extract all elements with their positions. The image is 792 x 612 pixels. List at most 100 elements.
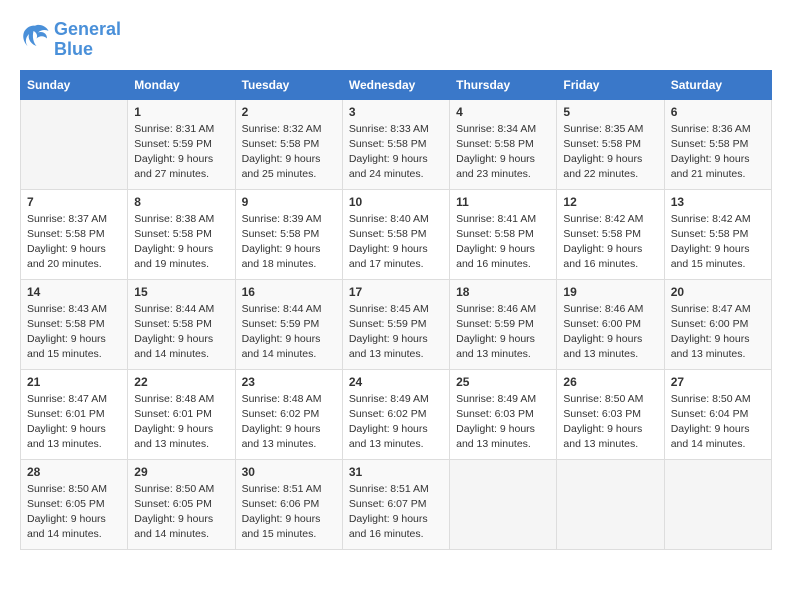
calendar-cell: 16 Sunrise: 8:44 AM Sunset: 5:59 PM Dayl… [235, 279, 342, 369]
calendar-cell: 18 Sunrise: 8:46 AM Sunset: 5:59 PM Dayl… [450, 279, 557, 369]
day-number: 10 [349, 195, 443, 209]
calendar-cell [21, 99, 128, 189]
day-info: Sunrise: 8:42 AM Sunset: 5:58 PM Dayligh… [563, 212, 657, 273]
calendar-cell: 23 Sunrise: 8:48 AM Sunset: 6:02 PM Dayl… [235, 369, 342, 459]
day-number: 27 [671, 375, 765, 389]
day-info: Sunrise: 8:49 AM Sunset: 6:02 PM Dayligh… [349, 392, 443, 453]
logo-icon [20, 22, 50, 52]
day-number: 4 [456, 105, 550, 119]
calendar-cell: 27 Sunrise: 8:50 AM Sunset: 6:04 PM Dayl… [664, 369, 771, 459]
calendar-cell: 4 Sunrise: 8:34 AM Sunset: 5:58 PM Dayli… [450, 99, 557, 189]
day-info: Sunrise: 8:40 AM Sunset: 5:58 PM Dayligh… [349, 212, 443, 273]
day-number: 24 [349, 375, 443, 389]
day-info: Sunrise: 8:44 AM Sunset: 5:59 PM Dayligh… [242, 302, 336, 363]
day-number: 16 [242, 285, 336, 299]
day-info: Sunrise: 8:46 AM Sunset: 5:59 PM Dayligh… [456, 302, 550, 363]
day-info: Sunrise: 8:51 AM Sunset: 6:07 PM Dayligh… [349, 482, 443, 543]
day-info: Sunrise: 8:42 AM Sunset: 5:58 PM Dayligh… [671, 212, 765, 273]
calendar-cell [664, 459, 771, 549]
calendar-cell: 1 Sunrise: 8:31 AM Sunset: 5:59 PM Dayli… [128, 99, 235, 189]
day-number: 28 [27, 465, 121, 479]
calendar-cell: 22 Sunrise: 8:48 AM Sunset: 6:01 PM Dayl… [128, 369, 235, 459]
day-info: Sunrise: 8:50 AM Sunset: 6:04 PM Dayligh… [671, 392, 765, 453]
weekday-header: Saturday [664, 70, 771, 99]
day-info: Sunrise: 8:33 AM Sunset: 5:58 PM Dayligh… [349, 122, 443, 183]
day-info: Sunrise: 8:32 AM Sunset: 5:58 PM Dayligh… [242, 122, 336, 183]
day-info: Sunrise: 8:38 AM Sunset: 5:58 PM Dayligh… [134, 212, 228, 273]
day-number: 19 [563, 285, 657, 299]
day-info: Sunrise: 8:49 AM Sunset: 6:03 PM Dayligh… [456, 392, 550, 453]
calendar-cell: 14 Sunrise: 8:43 AM Sunset: 5:58 PM Dayl… [21, 279, 128, 369]
calendar-week-row: 7 Sunrise: 8:37 AM Sunset: 5:58 PM Dayli… [21, 189, 772, 279]
day-number: 7 [27, 195, 121, 209]
logo-text: General Blue [54, 20, 121, 60]
weekday-header: Friday [557, 70, 664, 99]
page-header: General Blue [20, 20, 772, 60]
day-info: Sunrise: 8:48 AM Sunset: 6:02 PM Dayligh… [242, 392, 336, 453]
calendar-cell: 31 Sunrise: 8:51 AM Sunset: 6:07 PM Dayl… [342, 459, 449, 549]
calendar-cell: 3 Sunrise: 8:33 AM Sunset: 5:58 PM Dayli… [342, 99, 449, 189]
day-number: 15 [134, 285, 228, 299]
day-number: 20 [671, 285, 765, 299]
day-info: Sunrise: 8:31 AM Sunset: 5:59 PM Dayligh… [134, 122, 228, 183]
calendar-cell: 21 Sunrise: 8:47 AM Sunset: 6:01 PM Dayl… [21, 369, 128, 459]
calendar-cell: 28 Sunrise: 8:50 AM Sunset: 6:05 PM Dayl… [21, 459, 128, 549]
day-number: 30 [242, 465, 336, 479]
day-number: 12 [563, 195, 657, 209]
day-number: 31 [349, 465, 443, 479]
weekday-header: Wednesday [342, 70, 449, 99]
calendar-cell: 17 Sunrise: 8:45 AM Sunset: 5:59 PM Dayl… [342, 279, 449, 369]
day-info: Sunrise: 8:43 AM Sunset: 5:58 PM Dayligh… [27, 302, 121, 363]
calendar-cell: 9 Sunrise: 8:39 AM Sunset: 5:58 PM Dayli… [235, 189, 342, 279]
calendar-cell: 12 Sunrise: 8:42 AM Sunset: 5:58 PM Dayl… [557, 189, 664, 279]
calendar-week-row: 1 Sunrise: 8:31 AM Sunset: 5:59 PM Dayli… [21, 99, 772, 189]
calendar-week-row: 21 Sunrise: 8:47 AM Sunset: 6:01 PM Dayl… [21, 369, 772, 459]
day-number: 9 [242, 195, 336, 209]
day-number: 1 [134, 105, 228, 119]
day-info: Sunrise: 8:34 AM Sunset: 5:58 PM Dayligh… [456, 122, 550, 183]
calendar-cell: 7 Sunrise: 8:37 AM Sunset: 5:58 PM Dayli… [21, 189, 128, 279]
day-number: 8 [134, 195, 228, 209]
calendar-cell: 15 Sunrise: 8:44 AM Sunset: 5:58 PM Dayl… [128, 279, 235, 369]
weekday-header: Sunday [21, 70, 128, 99]
day-number: 22 [134, 375, 228, 389]
day-number: 25 [456, 375, 550, 389]
day-number: 17 [349, 285, 443, 299]
day-info: Sunrise: 8:50 AM Sunset: 6:03 PM Dayligh… [563, 392, 657, 453]
day-number: 13 [671, 195, 765, 209]
weekday-header: Thursday [450, 70, 557, 99]
weekday-header-row: SundayMondayTuesdayWednesdayThursdayFrid… [21, 70, 772, 99]
day-info: Sunrise: 8:39 AM Sunset: 5:58 PM Dayligh… [242, 212, 336, 273]
weekday-header: Monday [128, 70, 235, 99]
day-number: 21 [27, 375, 121, 389]
day-info: Sunrise: 8:51 AM Sunset: 6:06 PM Dayligh… [242, 482, 336, 543]
day-number: 3 [349, 105, 443, 119]
day-info: Sunrise: 8:50 AM Sunset: 6:05 PM Dayligh… [27, 482, 121, 543]
day-info: Sunrise: 8:45 AM Sunset: 5:59 PM Dayligh… [349, 302, 443, 363]
day-info: Sunrise: 8:35 AM Sunset: 5:58 PM Dayligh… [563, 122, 657, 183]
day-number: 29 [134, 465, 228, 479]
calendar-week-row: 14 Sunrise: 8:43 AM Sunset: 5:58 PM Dayl… [21, 279, 772, 369]
day-number: 23 [242, 375, 336, 389]
day-info: Sunrise: 8:47 AM Sunset: 6:00 PM Dayligh… [671, 302, 765, 363]
day-info: Sunrise: 8:48 AM Sunset: 6:01 PM Dayligh… [134, 392, 228, 453]
day-number: 18 [456, 285, 550, 299]
day-number: 6 [671, 105, 765, 119]
day-number: 5 [563, 105, 657, 119]
calendar-cell: 20 Sunrise: 8:47 AM Sunset: 6:00 PM Dayl… [664, 279, 771, 369]
day-info: Sunrise: 8:41 AM Sunset: 5:58 PM Dayligh… [456, 212, 550, 273]
logo: General Blue [20, 20, 121, 60]
calendar-cell [450, 459, 557, 549]
calendar-week-row: 28 Sunrise: 8:50 AM Sunset: 6:05 PM Dayl… [21, 459, 772, 549]
day-info: Sunrise: 8:46 AM Sunset: 6:00 PM Dayligh… [563, 302, 657, 363]
calendar-cell: 26 Sunrise: 8:50 AM Sunset: 6:03 PM Dayl… [557, 369, 664, 459]
calendar-cell [557, 459, 664, 549]
day-number: 11 [456, 195, 550, 209]
calendar-cell: 5 Sunrise: 8:35 AM Sunset: 5:58 PM Dayli… [557, 99, 664, 189]
calendar-cell: 24 Sunrise: 8:49 AM Sunset: 6:02 PM Dayl… [342, 369, 449, 459]
day-info: Sunrise: 8:44 AM Sunset: 5:58 PM Dayligh… [134, 302, 228, 363]
day-info: Sunrise: 8:50 AM Sunset: 6:05 PM Dayligh… [134, 482, 228, 543]
calendar-cell: 2 Sunrise: 8:32 AM Sunset: 5:58 PM Dayli… [235, 99, 342, 189]
calendar-cell: 10 Sunrise: 8:40 AM Sunset: 5:58 PM Dayl… [342, 189, 449, 279]
calendar-cell: 29 Sunrise: 8:50 AM Sunset: 6:05 PM Dayl… [128, 459, 235, 549]
